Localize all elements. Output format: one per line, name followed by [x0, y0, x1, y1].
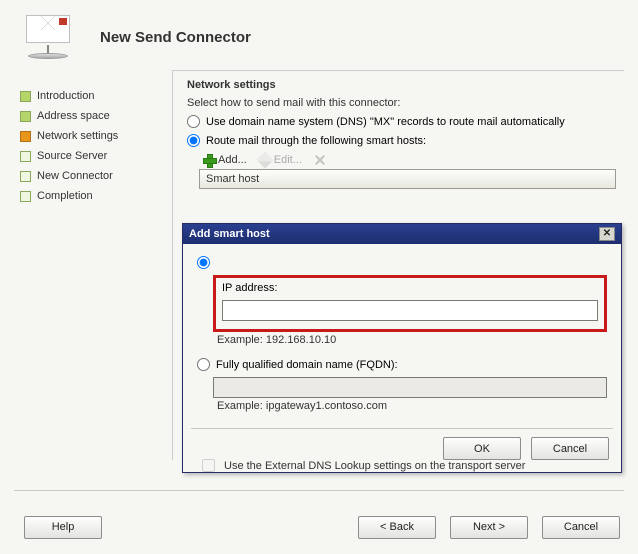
instruction-text: Select how to send mail with this connec… — [187, 97, 620, 109]
add-smart-host-dialog: Add smart host ✕ IP address: Example: 19… — [182, 223, 622, 473]
edit-label: Edit... — [274, 154, 302, 166]
envelope-icon — [26, 15, 70, 43]
smart-host-toolbar: Add... Edit... — [199, 153, 620, 167]
step-completion: Completion — [20, 186, 172, 206]
external-dns-checkbox-row[interactable]: Use the External DNS Lookup settings on … — [198, 456, 525, 475]
wizard-window: New Send Connector Introduction Address … — [0, 0, 638, 554]
step-address-space: Address space — [20, 106, 172, 126]
external-dns-checkbox — [202, 459, 215, 472]
edit-button: Edit... — [255, 153, 306, 167]
radio-fqdn[interactable]: Fully qualified domain name (FQDN): — [197, 358, 607, 371]
step-network-settings: Network settings — [20, 126, 172, 146]
divider — [14, 490, 624, 491]
step-source-server: Source Server — [20, 146, 172, 166]
help-button[interactable]: Help — [24, 516, 102, 539]
dialog-title-text: Add smart host — [189, 228, 270, 240]
fqdn-input — [213, 377, 607, 398]
radio-dns-input[interactable] — [187, 115, 200, 128]
radio-ip-address[interactable] — [197, 256, 607, 269]
step-label: Network settings — [37, 130, 118, 142]
wizard-button-bar: Help < Back Next > Cancel — [0, 500, 638, 554]
step-label: Introduction — [37, 90, 94, 102]
wizard-icon — [26, 15, 76, 59]
cancel-button[interactable]: Cancel — [542, 516, 620, 539]
add-button[interactable]: Add... — [199, 153, 251, 167]
fqdn-label: Fully qualified domain name (FQDN): — [216, 359, 398, 371]
fqdn-example-text: Example: ipgateway1.contoso.com — [217, 400, 607, 412]
close-button[interactable]: ✕ — [599, 227, 615, 241]
back-button[interactable]: < Back — [358, 516, 436, 539]
radio-fqdn-input[interactable] — [197, 358, 210, 371]
x-icon — [314, 154, 326, 166]
radio-smart-hosts-input[interactable] — [187, 134, 200, 147]
ip-highlight-box: IP address: — [213, 275, 607, 332]
step-introduction: Introduction — [20, 86, 172, 106]
wizard-steps: Introduction Address space Network setti… — [20, 70, 172, 460]
radio-smart-hosts-label: Route mail through the following smart h… — [206, 135, 426, 147]
delete-button — [310, 153, 330, 167]
close-icon: ✕ — [603, 229, 611, 239]
radio-ip-input[interactable] — [197, 256, 210, 269]
page-title: New Send Connector — [100, 29, 251, 46]
radio-dns[interactable]: Use domain name system (DNS) "MX" record… — [187, 115, 620, 128]
dialog-titlebar: Add smart host ✕ — [183, 224, 621, 244]
external-dns-label: Use the External DNS Lookup settings on … — [224, 460, 525, 472]
ip-address-input[interactable] — [222, 300, 598, 321]
radio-smart-hosts[interactable]: Route mail through the following smart h… — [187, 134, 620, 147]
step-label: Source Server — [37, 150, 107, 162]
section-title: Network settings — [187, 79, 620, 91]
pencil-icon — [256, 152, 273, 169]
step-label: Address space — [37, 110, 110, 122]
step-label: Completion — [37, 190, 93, 202]
ip-example-text: Example: 192.168.10.10 — [217, 334, 607, 346]
step-label: New Connector — [37, 170, 113, 182]
plus-icon — [203, 154, 215, 166]
add-label: Add... — [218, 154, 247, 166]
ip-label: IP address: — [222, 282, 598, 294]
step-new-connector: New Connector — [20, 166, 172, 186]
radio-dns-label: Use domain name system (DNS) "MX" record… — [206, 116, 565, 128]
header: New Send Connector — [0, 0, 638, 70]
grid-column-header: Smart host — [199, 169, 616, 189]
dialog-cancel-button[interactable]: Cancel — [531, 437, 609, 460]
next-button[interactable]: Next > — [450, 516, 528, 539]
